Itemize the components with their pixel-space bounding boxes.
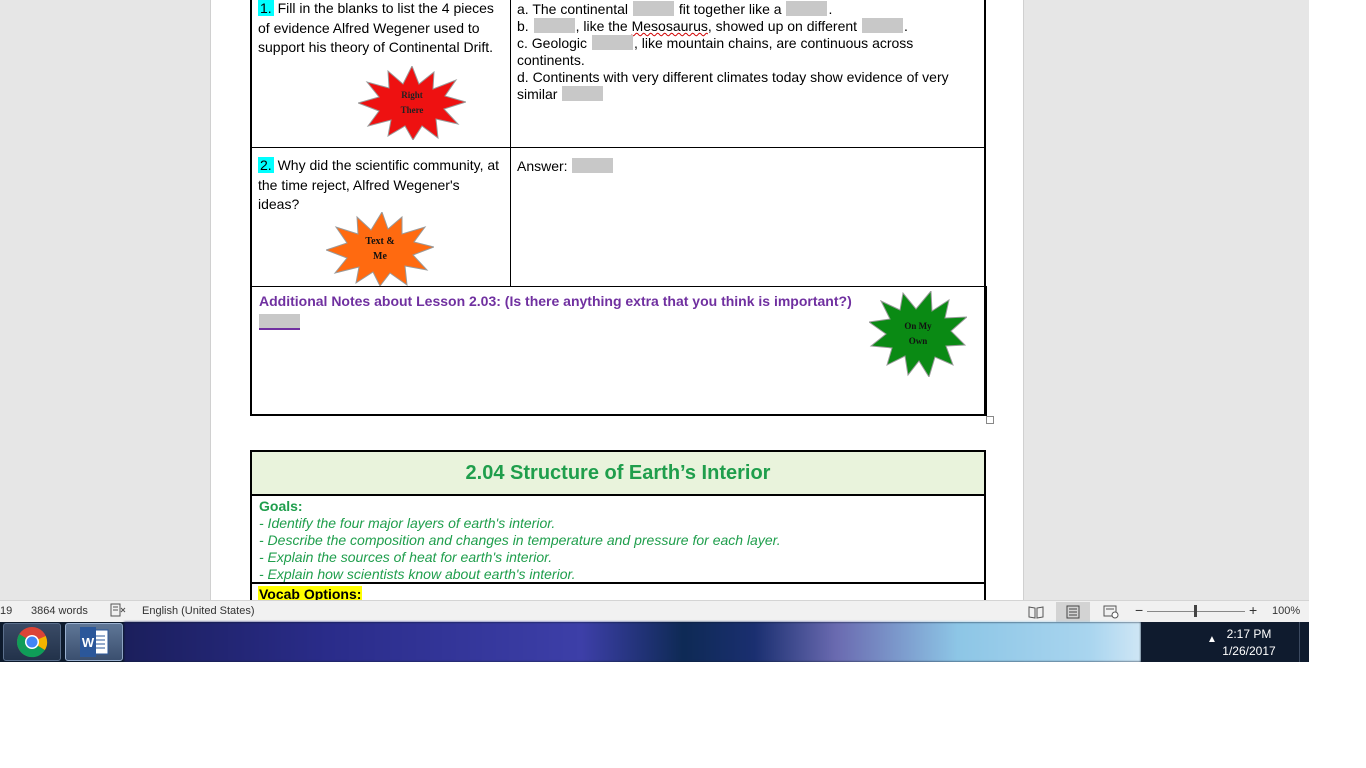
blurred-taskbar-area	[124, 622, 1141, 662]
read-mode-button[interactable]	[1019, 602, 1053, 622]
q2-question: Why did the scientific community, at the…	[258, 157, 500, 212]
chrome-taskbar-button[interactable]	[3, 623, 61, 661]
print-layout-button[interactable]	[1056, 602, 1090, 622]
proofing-icon[interactable]	[110, 603, 126, 620]
blank-field[interactable]	[632, 1, 674, 16]
svg-text:W: W	[82, 635, 95, 650]
blank-field[interactable]	[572, 158, 614, 173]
document-page[interactable]: 1. Fill in the blanks to list the 4 piec…	[210, 0, 1024, 600]
q2-text: 2. Why did the scientific community, at …	[258, 156, 503, 215]
zoom-slider-thumb[interactable]	[1194, 605, 1197, 617]
goals-block: Goals: - Identify the four major layers …	[259, 498, 781, 583]
right-there-label: Right There	[400, 90, 424, 115]
on-my-own-label: On My Own	[904, 321, 932, 346]
blank-field[interactable]	[861, 18, 903, 33]
zoom-level[interactable]: 100%	[1272, 605, 1300, 617]
screen: 1. Fill in the blanks to list the 4 piec…	[0, 0, 1309, 662]
blank-field[interactable]	[591, 35, 633, 50]
page-number-status[interactable]: 19	[0, 605, 12, 617]
vocab-options-label: Vocab Options:	[258, 586, 363, 600]
answer-b: b. , like the Mesosaurus, showed up on d…	[517, 18, 908, 34]
q1-number: 1.	[258, 0, 274, 16]
goal-item: - Explain the sources of heat for earth'…	[259, 549, 553, 565]
word-icon: W	[80, 627, 109, 657]
notes-blank-field[interactable]	[259, 314, 300, 330]
q2-answer-cell[interactable]: Answer:	[510, 147, 986, 287]
answer-c: c. Geologic , like mountain chains, are …	[517, 35, 914, 68]
notes-title: Additional Notes about Lesson 2.03: (Is …	[259, 293, 852, 309]
web-layout-icon	[1103, 605, 1119, 619]
goal-item: - Explain how scientists know about eart…	[259, 566, 576, 582]
text-and-me-label: Text & Me	[365, 236, 395, 262]
word-count-status[interactable]: 3864 words	[31, 605, 88, 617]
spellcheck-word[interactable]: Mesosaurus	[632, 18, 708, 34]
language-status[interactable]: English (United States)	[142, 605, 255, 617]
answer-a: a. The continental fit together like a .	[517, 1, 833, 17]
print-layout-icon	[1066, 605, 1080, 619]
status-bar: 19 3864 words English (United States) − …	[0, 600, 1309, 622]
clock-date[interactable]: 1/26/2017	[1209, 644, 1289, 658]
zoom-out-button[interactable]: −	[1135, 602, 1143, 618]
blank-field[interactable]	[533, 18, 575, 33]
table-resize-handle[interactable]	[986, 416, 994, 424]
read-mode-icon	[1028, 606, 1044, 619]
notes-cell[interactable]: Additional Notes about Lesson 2.03: (Is …	[251, 286, 987, 416]
goal-item: - Identify the four major layers of eart…	[259, 515, 556, 531]
goal-item: - Describe the composition and changes i…	[259, 532, 781, 548]
q1-text: 1. Fill in the blanks to list the 4 piec…	[258, 0, 503, 58]
q2-number: 2.	[258, 157, 274, 173]
goals-title: Goals:	[259, 498, 303, 514]
q1-answer-cell[interactable]: a. The continental fit together like a .…	[510, 0, 986, 148]
on-my-own-badge: On My Own	[869, 291, 967, 377]
web-layout-button[interactable]	[1094, 602, 1128, 622]
taskbar: W ▲ 2:17 PM 1/26/2017	[0, 622, 1309, 662]
blank-field[interactable]	[786, 1, 828, 16]
show-desktop-button[interactable]	[1299, 622, 1309, 662]
system-tray: ▲ 2:17 PM 1/26/2017	[1141, 622, 1309, 662]
word-taskbar-button[interactable]: W	[65, 623, 123, 661]
answer-label: Answer:	[517, 158, 568, 174]
q1-cell[interactable]: 1. Fill in the blanks to list the 4 piec…	[251, 0, 511, 148]
section-table: 2.04 Structure of Earth’s Interior Goals…	[250, 450, 986, 600]
q1-answer: a. The continental fit together like a .…	[517, 1, 979, 103]
zoom-in-button[interactable]: +	[1249, 602, 1257, 618]
questions-table: 1. Fill in the blanks to list the 4 piec…	[250, 0, 987, 416]
blank-field[interactable]	[562, 86, 604, 101]
chrome-icon	[16, 627, 48, 658]
section-title: 2.04 Structure of Earth’s Interior	[252, 452, 984, 496]
q1-question: Fill in the blanks to list the 4 pieces …	[258, 0, 494, 55]
answer-d: d. Continents with very different climat…	[517, 69, 949, 102]
q2-answer: Answer:	[517, 158, 614, 175]
clock-time[interactable]: 2:17 PM	[1209, 627, 1289, 641]
q2-cell[interactable]: 2. Why did the scientific community, at …	[251, 147, 511, 287]
vocab-row: Vocab Options:	[252, 582, 984, 600]
right-there-badge: Right There	[358, 66, 466, 140]
text-and-me-badge: Text & Me	[326, 212, 434, 286]
